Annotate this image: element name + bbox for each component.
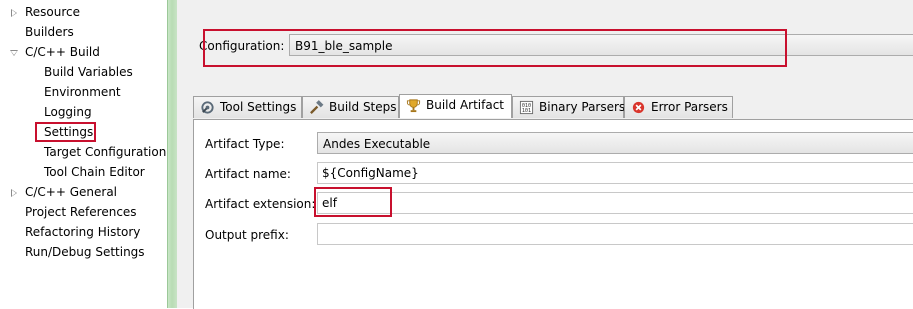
- tree-item-environment[interactable]: Environment: [44, 83, 121, 101]
- binary-icon: 010 101: [519, 100, 534, 114]
- property-tree: Resource Builders C/C++ Build Build Vari…: [0, 0, 167, 308]
- tab-binary-parsers[interactable]: 010 101 Binary Parsers: [512, 96, 626, 118]
- tree-item-target-configuration[interactable]: Target Configuration: [44, 143, 166, 161]
- tree-item-label: Refactoring History: [25, 225, 141, 239]
- artifact-type-combo[interactable]: Andes Executable: [317, 132, 913, 154]
- tab-label: Error Parsers: [651, 100, 728, 114]
- tree-item-label: Environment: [44, 85, 121, 99]
- tree-item-logging[interactable]: Logging: [44, 103, 92, 121]
- error-icon: [632, 101, 645, 114]
- output-prefix-label: Output prefix:: [205, 228, 289, 242]
- expand-arrow-icon[interactable]: [11, 9, 17, 17]
- trophy-icon: [406, 99, 421, 113]
- artifact-name-label: Artifact name:: [205, 167, 291, 181]
- tab-label: Binary Parsers: [539, 100, 626, 114]
- tree-item-label: Build Variables: [44, 65, 133, 79]
- collapse-arrow-icon[interactable]: [10, 50, 18, 56]
- settings-page: Configuration: B91_ble_sample Tool Setti…: [177, 0, 913, 309]
- tree-item-label: Project References: [25, 205, 137, 219]
- tab-label: Build Artifact: [426, 98, 504, 112]
- expand-arrow-icon[interactable]: [11, 189, 17, 197]
- tree-item-label: C/C++ General: [25, 185, 118, 199]
- tree-item-label: Target Configuration: [44, 145, 167, 159]
- tab-error-parsers[interactable]: Error Parsers: [624, 96, 733, 118]
- output-prefix-input[interactable]: [317, 223, 913, 245]
- tree-item-run-debug-settings[interactable]: Run/Debug Settings: [25, 243, 145, 261]
- build-artifact-panel: Artifact Type: Andes Executable Artifact…: [193, 119, 913, 309]
- artifact-extension-input[interactable]: elf: [317, 192, 913, 214]
- hammer-icon: [310, 100, 324, 114]
- tree-item-label: Logging: [44, 105, 92, 119]
- artifact-type-value: Andes Executable: [323, 137, 431, 151]
- tree-item-label: C/C++ Build: [25, 45, 100, 59]
- tab-build-steps[interactable]: Build Steps: [302, 96, 399, 118]
- tab-label: Build Steps: [329, 100, 397, 114]
- tab-build-artifact[interactable]: Build Artifact: [399, 94, 512, 118]
- tree-item-build-variables[interactable]: Build Variables: [44, 63, 133, 81]
- tree-item-label: Resource: [25, 5, 81, 19]
- tree-item-project-references[interactable]: Project References: [25, 203, 137, 221]
- tree-item-label: Run/Debug Settings: [25, 245, 145, 259]
- svg-text:101: 101: [522, 108, 531, 114]
- tab-tool-settings[interactable]: Tool Settings: [193, 96, 302, 118]
- tree-item-refactoring-history[interactable]: Refactoring History: [25, 223, 140, 241]
- settings-highlight-box: [35, 122, 96, 142]
- tab-label: Tool Settings: [220, 100, 297, 114]
- artifact-type-label: Artifact Type:: [205, 137, 285, 151]
- tree-item-label: Builders: [25, 25, 74, 39]
- extension-highlight-box: [314, 187, 392, 217]
- configuration-highlight-box: [203, 29, 787, 67]
- tree-item-builders[interactable]: Builders: [25, 23, 74, 41]
- tree-item-tool-chain-editor[interactable]: Tool Chain Editor: [44, 163, 145, 181]
- artifact-name-input[interactable]: ${ConfigName}: [317, 162, 913, 184]
- artifact-name-value: ${ConfigName}: [322, 166, 419, 180]
- wrench-gear-icon: [201, 101, 214, 114]
- artifact-extension-label: Artifact extension:: [205, 197, 316, 211]
- tree-item-label: Tool Chain Editor: [44, 165, 145, 179]
